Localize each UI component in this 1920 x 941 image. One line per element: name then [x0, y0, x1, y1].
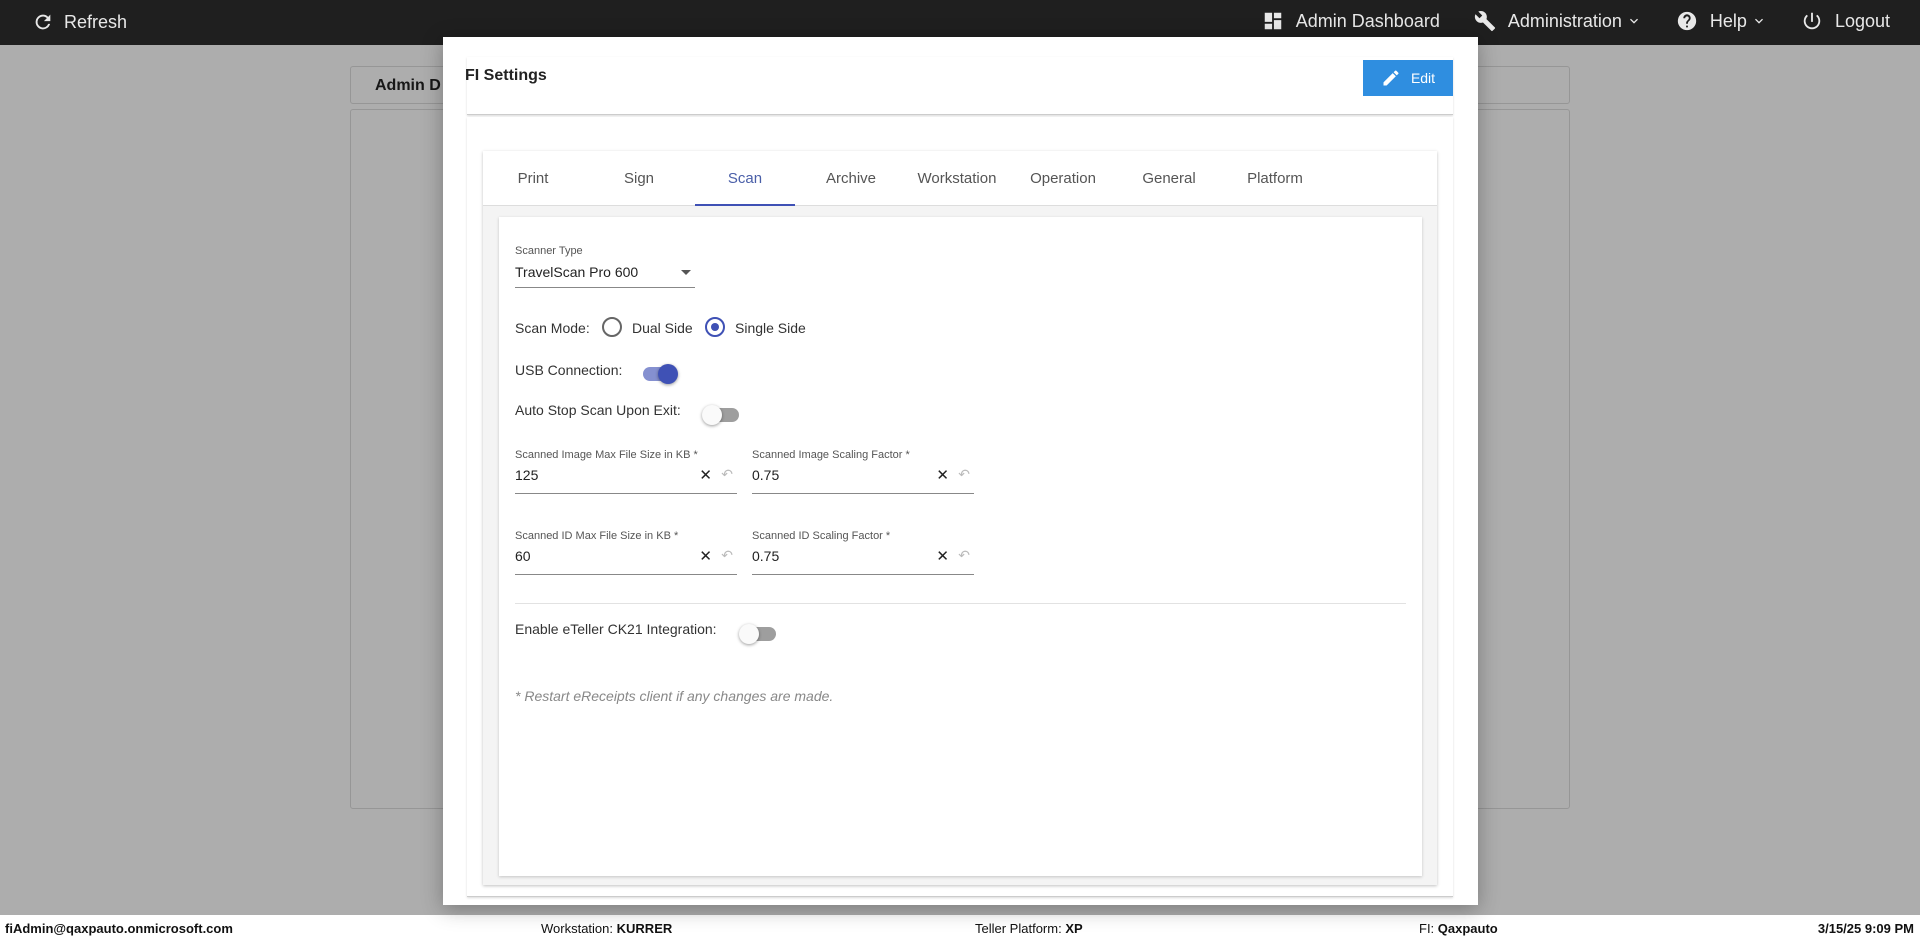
dialog-title: FI Settings — [465, 67, 547, 84]
edit-button[interactable]: Edit — [1363, 60, 1453, 96]
tab-operation[interactable]: Operation — [1013, 151, 1113, 206]
tab-archive[interactable]: Archive — [801, 151, 901, 206]
tab-workstation[interactable]: Workstation — [907, 151, 1007, 206]
logout-button[interactable]: Logout — [1801, 10, 1890, 32]
eteller-integration-toggle[interactable] — [739, 624, 777, 644]
refresh-icon — [35, 14, 51, 30]
restart-note: * Restart eReceipts client if any change… — [515, 688, 834, 704]
status-teller-platform: Teller Platform: XP — [975, 921, 1083, 936]
undo-icon[interactable]: ↶ — [958, 466, 970, 483]
scan-mode-label: Scan Mode: — [515, 320, 590, 336]
id-scaling-value: 0.75 — [752, 548, 780, 564]
image-max-size-value: 125 — [515, 467, 539, 483]
divider — [515, 603, 1406, 604]
dialog-header — [467, 57, 1453, 115]
status-user: fiAdmin@qaxpauto.onmicrosoft.com — [5, 921, 233, 936]
status-fi: FI: Qaxpauto — [1419, 921, 1498, 936]
scanner-type-select[interactable]: Scanner Type TravelScan Pro 600 — [515, 245, 695, 288]
chevron-down-icon — [1754, 18, 1763, 24]
wrench-icon — [1474, 11, 1495, 32]
clear-icon[interactable]: ✕ — [699, 466, 712, 484]
refresh-label: Refresh — [64, 11, 128, 32]
status-datetime: 3/15/25 9:09 PM — [1817, 921, 1914, 936]
clear-icon[interactable]: ✕ — [699, 547, 712, 565]
logout-label: Logout — [1834, 10, 1890, 31]
help-icon — [1677, 11, 1697, 31]
auto-stop-toggle[interactable] — [702, 405, 740, 425]
clear-icon[interactable]: ✕ — [936, 466, 949, 484]
status-bar: fiAdmin@qaxpauto.onmicrosoft.com Worksta… — [0, 915, 1920, 941]
image-scaling-field[interactable]: Scanned Image Scaling Factor * 0.75 ✕ ↶ — [752, 449, 974, 494]
image-scaling-value: 0.75 — [752, 467, 780, 483]
undo-icon[interactable]: ↶ — [958, 547, 970, 564]
tab-general[interactable]: General — [1119, 151, 1219, 206]
refresh-button[interactable]: Refresh — [32, 11, 127, 33]
admin-dashboard-label: Admin Dashboard — [1295, 10, 1440, 31]
eteller-integration-label: Enable eTeller CK21 Integration: — [515, 621, 717, 637]
image-max-size-label: Scanned Image Max File Size in KB * — [515, 449, 698, 461]
image-scaling-label: Scanned Image Scaling Factor * — [752, 449, 910, 461]
single-side-radio[interactable] — [705, 317, 725, 337]
clear-icon[interactable]: ✕ — [936, 547, 949, 565]
id-max-size-label: Scanned ID Max File Size in KB * — [515, 530, 679, 542]
edit-label: Edit — [1410, 70, 1436, 86]
single-side-label: Single Side — [735, 320, 806, 336]
dual-side-label: Dual Side — [632, 320, 693, 336]
id-max-size-field[interactable]: Scanned ID Max File Size in KB * 60 ✕ ↶ — [515, 530, 737, 575]
tab-platform[interactable]: Platform — [1225, 151, 1325, 206]
tab-bar: Print Sign Scan Archive Workstation Oper… — [483, 151, 1437, 206]
undo-icon[interactable]: ↶ — [721, 466, 733, 483]
scan-settings-content: Scanner Type TravelScan Pro 600 Scan Mod… — [499, 217, 1422, 876]
help-label: Help — [1709, 10, 1747, 31]
dual-side-radio[interactable] — [602, 317, 622, 337]
administration-menu[interactable]: Administration — [1474, 10, 1642, 32]
chevron-down-icon — [1629, 18, 1638, 24]
tab-print[interactable]: Print — [483, 151, 583, 206]
dashboard-icon — [1264, 12, 1282, 30]
toggle-knob — [702, 405, 722, 425]
undo-icon[interactable]: ↶ — [721, 547, 733, 564]
id-scaling-label: Scanned ID Scaling Factor * — [752, 530, 891, 542]
admin-dashboard-button[interactable]: Admin Dashboard — [1262, 10, 1440, 32]
fi-settings-dialog: FI Settings Edit Print Sign Scan Archive… — [443, 37, 1478, 905]
tab-sign[interactable]: Sign — [589, 151, 689, 206]
usb-connection-toggle[interactable] — [640, 364, 678, 384]
usb-connection-label: USB Connection: — [515, 362, 623, 378]
status-workstation: Workstation: KURRER — [541, 921, 673, 936]
auto-stop-label: Auto Stop Scan Upon Exit: — [515, 402, 681, 418]
tab-scan[interactable]: Scan — [695, 151, 795, 206]
dropdown-arrow-icon — [681, 270, 691, 275]
scanner-type-value: TravelScan Pro 600 — [515, 264, 639, 280]
id-max-size-value: 60 — [515, 548, 531, 564]
id-scaling-field[interactable]: Scanned ID Scaling Factor * 0.75 ✕ ↶ — [752, 530, 974, 575]
image-max-size-field[interactable]: Scanned Image Max File Size in KB * 125 … — [515, 449, 737, 494]
toggle-knob — [658, 364, 678, 384]
tab-panel: Print Sign Scan Archive Workstation Oper… — [483, 151, 1437, 885]
settings-panel: Print Sign Scan Archive Workstation Oper… — [467, 117, 1453, 897]
power-icon — [1803, 12, 1821, 30]
help-menu[interactable]: Help — [1676, 10, 1767, 32]
administration-label: Administration — [1507, 10, 1622, 31]
scanner-type-label: Scanner Type — [515, 245, 583, 257]
toggle-knob — [739, 624, 759, 644]
pencil-icon — [1383, 70, 1399, 86]
